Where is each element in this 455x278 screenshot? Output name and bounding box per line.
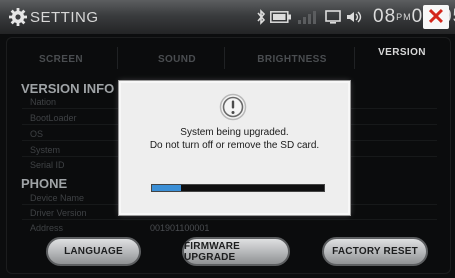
version-info-heading: VERSION INFO (21, 81, 115, 96)
tab-divider (224, 47, 225, 69)
settings-screen: SETTING 08PM01:05 ✕ (0, 0, 455, 278)
clock-ampm: PM (396, 11, 412, 22)
tab-sound[interactable]: SOUND (137, 54, 217, 65)
tab-bar: SCREEN SOUND BRIGHTNESS VERSION (7, 38, 450, 74)
row-label-address: Address (30, 223, 64, 233)
firmware-upgrade-button[interactable]: FIRMWARE UPGRADE (182, 237, 290, 266)
upgrade-dialog: System being upgraded. Do not turn off o… (119, 81, 350, 215)
row-label-os: OS (30, 129, 44, 139)
alert-icon (219, 93, 247, 121)
clock-day: 08 (373, 6, 397, 27)
row-label-driver-version: Driver Version (30, 208, 87, 218)
page-title: SETTING (30, 9, 99, 26)
gear-icon (9, 8, 27, 26)
dialog-message-line2: Do not turn off or remove the SD card. (149, 140, 320, 151)
tab-brightness[interactable]: BRIGHTNESS (237, 54, 347, 65)
tab-screen[interactable]: SCREEN (21, 54, 101, 65)
row-label-system: System (30, 145, 61, 155)
tab-divider (354, 47, 355, 69)
tab-version[interactable]: VERSION (362, 47, 442, 58)
row-label-device-name: Device Name (30, 193, 85, 203)
row-divider (22, 219, 437, 220)
phone-heading: PHONE (21, 176, 68, 191)
tv-icon (325, 10, 341, 24)
bluetooth-icon (257, 9, 266, 25)
close-icon: ✕ (426, 4, 446, 29)
title-bar: SETTING 08PM01:05 ✕ (0, 0, 455, 34)
upgrade-progress-bar (151, 184, 325, 192)
volume-icon (347, 11, 362, 23)
close-button[interactable]: ✕ (423, 5, 449, 29)
dialog-message-line1: System being upgraded. (180, 127, 289, 138)
tab-divider (117, 47, 118, 69)
language-button[interactable]: LANGUAGE (46, 237, 141, 266)
upgrade-progress-fill (152, 185, 182, 191)
signal-icon (298, 11, 316, 24)
row-label-nation: Nation (30, 97, 57, 107)
row-label-serial-id: Serial ID (30, 160, 65, 170)
factory-reset-button[interactable]: FACTORY RESET (322, 237, 428, 266)
row-label-bootloader: BootLoader (30, 113, 77, 123)
row-value-address: 001901100001 (150, 223, 210, 233)
button-row: LANGUAGE FIRMWARE UPGRADE FACTORY RESET (0, 237, 455, 277)
battery-icon (270, 11, 291, 23)
